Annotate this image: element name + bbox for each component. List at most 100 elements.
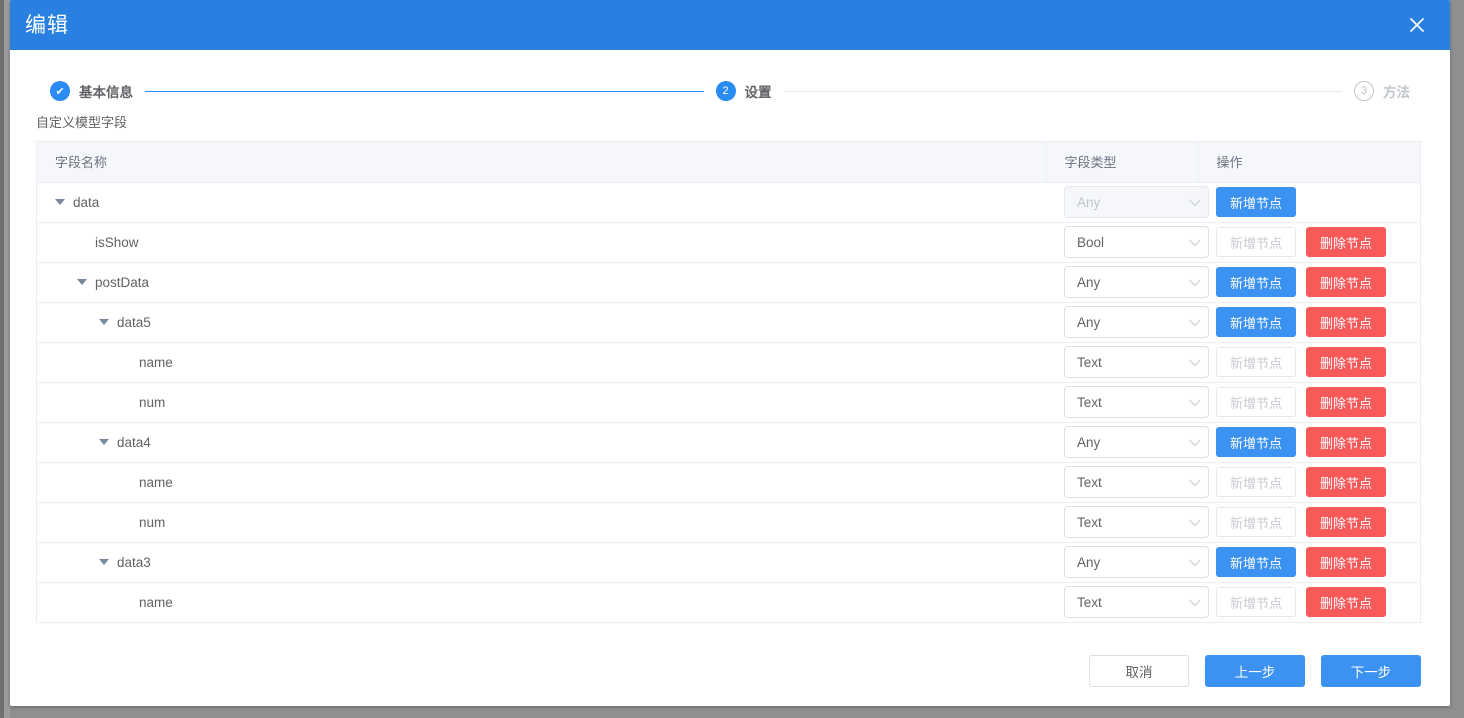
field-type-select[interactable]: Text [1064, 346, 1209, 378]
actions-group: 新增节点删除节点 [1216, 387, 1410, 417]
delete-node-button[interactable]: 删除节点 [1306, 547, 1386, 577]
field-type-select[interactable]: Bool [1064, 226, 1209, 258]
delete-node-button[interactable]: 删除节点 [1306, 227, 1386, 257]
custom-model-fields-table: 字段名称 字段类型 操作 dataAny新增节点删除节点isShowBool新增… [36, 141, 1421, 623]
cell-field-name: data3 [37, 542, 1046, 583]
field-type-value: Text [1077, 514, 1102, 530]
field-type-select[interactable]: Text [1064, 386, 1209, 418]
close-button[interactable] [1394, 0, 1440, 50]
cell-actions: 新增节点删除节点 [1198, 502, 1420, 543]
field-name-wrapper: postData [55, 275, 1036, 290]
chevron-down-icon [1189, 594, 1201, 607]
cell-actions: 新增节点删除节点 [1198, 262, 1420, 303]
next-step-button[interactable]: 下一步 [1321, 655, 1421, 687]
field-type-select[interactable]: Text [1064, 506, 1209, 538]
field-type-value: Text [1077, 474, 1102, 490]
step-2-marker: 2 [715, 81, 736, 101]
field-name-label: num [139, 394, 166, 410]
table-row: postData Any 新增节点 删除节点 [37, 262, 1420, 303]
field-name-wrapper: name [55, 475, 1036, 490]
delete-node-button[interactable]: 删除节点 [1306, 307, 1386, 337]
chevron-down-icon[interactable] [55, 199, 65, 205]
cell-field-type: Any [1046, 542, 1209, 583]
delete-node-button[interactable]: 删除节点 [1306, 387, 1386, 417]
cell-actions: 新增节点删除节点 [1198, 582, 1420, 622]
chevron-down-icon[interactable] [99, 319, 109, 325]
close-icon [1407, 15, 1427, 35]
cell-actions: 新增节点删除节点 [1198, 542, 1420, 583]
table-row: name Text 新增节点 删除节点 [37, 342, 1420, 383]
step-1-marker: ✔ [50, 81, 70, 101]
cell-actions: 新增节点删除节点 [1198, 342, 1420, 383]
cell-actions: 新增节点删除节点 [1198, 382, 1420, 423]
field-name-wrapper: data [55, 195, 1036, 210]
chevron-down-icon[interactable] [99, 439, 109, 445]
step-methods[interactable]: 3 方法 [1354, 81, 1410, 101]
step-settings[interactable]: 2 设置 [715, 81, 772, 101]
cell-field-type: Text [1046, 342, 1209, 383]
field-name-wrapper: num [55, 395, 1036, 410]
dialog-title: 编辑 [25, 13, 69, 37]
field-name-wrapper: name [55, 355, 1036, 370]
step-connector-2 [783, 90, 1342, 92]
dialog-body: ✔ 基本信息 2 设置 3 方法 自定义模型字段 字段名称 字段类型 操作 da… [10, 50, 1450, 636]
field-type-select[interactable]: Text [1064, 586, 1209, 619]
add-node-button[interactable]: 新增节点 [1216, 307, 1296, 337]
add-node-button: 新增节点 [1216, 507, 1296, 537]
add-node-button: 新增节点 [1216, 387, 1296, 417]
cell-field-name: name [37, 582, 1046, 622]
add-node-button: 新增节点 [1216, 587, 1296, 618]
table-row: data Any 新增节点删除节点 [37, 182, 1420, 223]
field-type-value: Any [1077, 194, 1101, 210]
actions-group: 新增节点删除节点 [1216, 587, 1410, 618]
add-node-button[interactable]: 新增节点 [1216, 547, 1296, 577]
cell-field-name: num [37, 502, 1046, 543]
field-type-select[interactable]: Any [1064, 426, 1209, 458]
cell-field-type: Any [1046, 422, 1209, 463]
chevron-down-icon [1189, 434, 1201, 447]
table-row: num Text 新增节点 删除节点 [37, 502, 1420, 543]
field-type-value: Any [1077, 274, 1101, 290]
cell-field-type: Any [1046, 302, 1209, 343]
step-connector-1 [145, 90, 704, 92]
field-type-select[interactable]: Any [1064, 306, 1209, 338]
chevron-down-icon[interactable] [77, 279, 87, 285]
chevron-down-icon [1189, 234, 1201, 247]
step-3-marker: 3 [1354, 81, 1374, 101]
cell-actions: 新增节点删除节点 [1198, 182, 1420, 223]
field-name-wrapper: num [55, 515, 1036, 530]
edit-dialog: 编辑 ✔ 基本信息 2 设置 3 方法 自定义模型字段 字段名称 字段类型 操作… [10, 0, 1450, 706]
delete-node-button[interactable]: 删除节点 [1306, 427, 1386, 457]
stepper: ✔ 基本信息 2 设置 3 方法 [10, 50, 1450, 112]
delete-node-button[interactable]: 删除节点 [1306, 507, 1386, 537]
delete-node-button[interactable]: 删除节点 [1306, 347, 1386, 377]
cell-field-type: Text [1046, 502, 1209, 543]
chevron-down-icon[interactable] [99, 559, 109, 565]
delete-node-button[interactable]: 删除节点 [1306, 467, 1386, 497]
delete-node-button[interactable]: 删除节点 [1306, 587, 1386, 618]
cell-field-type: Text [1046, 582, 1209, 622]
actions-group: 新增节点删除节点 [1216, 227, 1410, 257]
cell-field-name: isShow [37, 222, 1046, 263]
chevron-down-icon [1189, 274, 1201, 287]
add-node-button[interactable]: 新增节点 [1216, 267, 1296, 297]
delete-node-button[interactable]: 删除节点 [1306, 267, 1386, 297]
field-name-label: data3 [117, 554, 151, 570]
actions-group: 新增节点删除节点 [1216, 467, 1410, 497]
actions-group: 新增节点删除节点 [1216, 267, 1410, 297]
field-type-select[interactable]: Any [1064, 546, 1209, 578]
step-basic-info[interactable]: ✔ 基本信息 [50, 81, 133, 101]
chevron-down-icon [1189, 354, 1201, 367]
add-node-button[interactable]: 新增节点 [1216, 427, 1296, 457]
table-row: name Text 新增节点 删除节点 [37, 462, 1420, 503]
cancel-button[interactable]: 取消 [1089, 655, 1189, 687]
add-node-button[interactable]: 新增节点 [1216, 187, 1296, 217]
dialog-header: 编辑 [10, 0, 1450, 50]
previous-step-button[interactable]: 上一步 [1205, 655, 1305, 687]
field-name-label: name [139, 354, 173, 370]
cell-field-type: Bool [1046, 222, 1209, 263]
field-type-select[interactable]: Any [1064, 266, 1209, 298]
backdrop-edge [0, 0, 4, 718]
field-name-label: data4 [117, 434, 151, 450]
field-type-select[interactable]: Text [1064, 466, 1209, 498]
